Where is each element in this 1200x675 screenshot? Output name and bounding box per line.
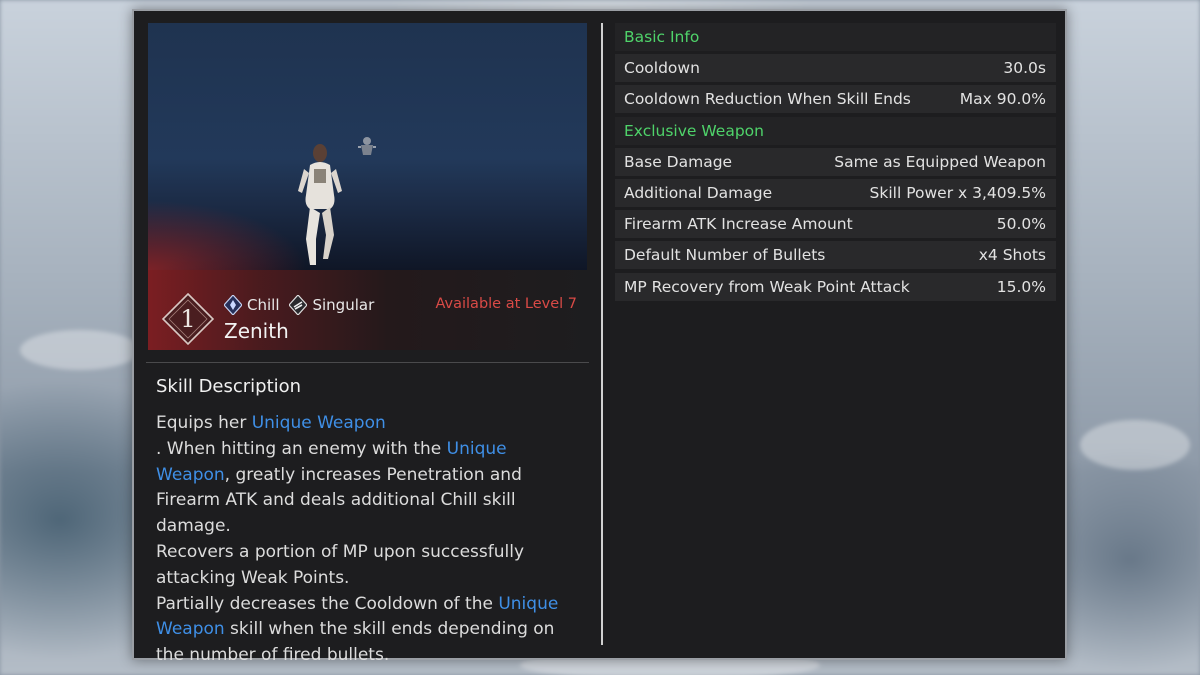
skill-rank-number: 1: [180, 305, 196, 333]
info-label: Cooldown Reduction When Skill Ends: [624, 90, 911, 109]
singular-type-icon: [289, 295, 308, 315]
info-value: 50.0%: [996, 215, 1046, 234]
availability-label: Available at Level 7: [435, 296, 577, 312]
section-divider: [146, 362, 589, 363]
tag-singular-label: Singular: [312, 296, 375, 314]
info-label: Firearm ATK Increase Amount: [624, 215, 853, 234]
info-label: Base Damage: [624, 152, 733, 171]
tag-singular: Singular: [289, 295, 374, 315]
info-label: MP Recovery from Weak Point Attack: [624, 277, 910, 296]
info-row-cooldown: Cooldown 30.0s: [615, 54, 1056, 83]
description-title: Skill Description: [156, 376, 302, 397]
info-label: Default Number of Bullets: [624, 246, 826, 265]
info-row-cooldown-reduction: Cooldown Reduction When Skill Ends Max 9…: [615, 85, 1056, 114]
exclusive-weapon-header: Exclusive Weapon: [615, 116, 1056, 145]
info-row-bullets: Default Number of Bullets x4 Shots: [615, 241, 1056, 270]
info-value: 30.0s: [1003, 59, 1046, 78]
info-value: Max 90.0%: [959, 90, 1046, 109]
basic-info-header: Basic Info: [615, 23, 1056, 51]
info-row-mp-recovery: MP Recovery from Weak Point Attack 15.0%: [615, 272, 1056, 301]
info-row-base-damage: Base Damage Same as Equipped Weapon: [615, 147, 1056, 176]
info-row-firearm-atk: Firearm ATK Increase Amount 50.0%: [615, 210, 1056, 239]
unique-weapon-link[interactable]: Unique Weapon: [252, 413, 386, 433]
desc-text: Partially decreases the Cooldown of the: [156, 593, 499, 614]
info-value: Skill Power x 3,409.5%: [869, 183, 1046, 202]
drone-icon: [358, 137, 376, 155]
desc-text: Recovers a portion of MP upon successful…: [156, 541, 525, 588]
preview-red-glow: [148, 200, 308, 270]
basic-info-header-label: Basic Info: [624, 28, 700, 46]
info-value: 15.0%: [996, 277, 1046, 296]
desc-text: . When hitting an enemy with the: [156, 438, 447, 459]
info-value: Same as Equipped Weapon: [834, 152, 1046, 171]
tag-chill-label: Chill: [247, 296, 280, 314]
tag-chill: Chill: [224, 295, 279, 315]
character-figure: [298, 144, 342, 265]
skill-info-table: Basic Info Cooldown 30.0s Cooldown Reduc…: [615, 23, 1056, 304]
skill-preview-video[interactable]: [148, 23, 587, 270]
skill-tags: Chill Singular: [224, 295, 374, 315]
info-row-additional-damage: Additional Damage Skill Power x 3,409.5%: [615, 178, 1056, 207]
info-value: x4 Shots: [978, 246, 1046, 265]
info-label: Cooldown: [624, 59, 700, 78]
info-label: Additional Damage: [624, 183, 773, 202]
skill-description: Equips her Unique Weapon . When hitting a…: [156, 411, 586, 669]
desc-text: Equips her: [156, 413, 252, 433]
chill-element-icon: [224, 295, 242, 315]
column-divider: [601, 23, 603, 645]
exclusive-weapon-header-label: Exclusive Weapon: [624, 121, 764, 140]
skill-name: Zenith: [224, 319, 289, 343]
skill-detail-panel: 1 Chill Singular Zenith Available at Lev…: [132, 9, 1067, 665]
